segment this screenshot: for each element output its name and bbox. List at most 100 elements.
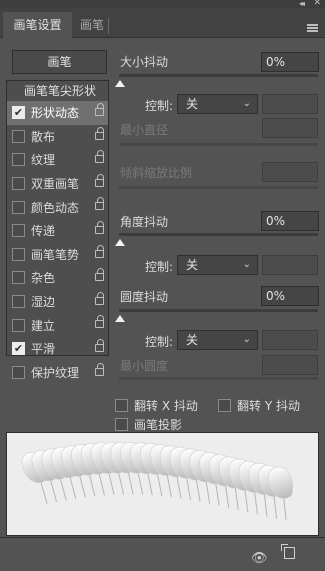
- min-diameter-slider-track: [119, 143, 318, 146]
- brush-options-list: 画笔笔尖形状 ✔ 形状动态散布纹理双重画笔颜色动态传递画笔笔势杂色湿边建立 ✔ 平滑保…: [6, 80, 109, 380]
- angle-jitter-field[interactable]: 0%: [261, 211, 319, 231]
- sidebar-item-label: 传递: [31, 224, 56, 239]
- sidebar-item-label: 保护纹理: [31, 365, 80, 380]
- brush-dabs: [21, 441, 294, 521]
- lock-icon[interactable]: [95, 126, 104, 140]
- tilt-scale-field: [262, 162, 318, 182]
- brush-tip-shape-item[interactable]: 画笔笔尖形状: [7, 81, 108, 101]
- stroke-preview-graphic: [21, 441, 294, 521]
- size-control-value: 关: [186, 97, 199, 111]
- tab-brush[interactable]: 画笔: [74, 12, 110, 38]
- sidebar-item[interactable]: 建立: [7, 313, 108, 337]
- roundness-control-label: 控制:: [145, 335, 174, 349]
- brush-projection-checkbox[interactable]: [115, 418, 128, 431]
- brush-presets-button[interactable]: 画笔: [12, 50, 107, 74]
- lock-icon[interactable]: [95, 268, 104, 282]
- sidebar-item[interactable]: ✔ 形状动态: [7, 101, 108, 125]
- lock-icon[interactable]: [95, 220, 104, 234]
- chevron-down-icon: ⌄: [242, 98, 251, 109]
- sidebar-item-checkbox[interactable]: [12, 153, 25, 167]
- roundness-jitter-label: 圆度抖动: [120, 290, 169, 304]
- lock-icon[interactable]: [95, 103, 104, 116]
- roundness-jitter-slider-knob[interactable]: [115, 315, 125, 322]
- sidebar-item[interactable]: 杂色: [7, 266, 108, 290]
- sidebar-item-checkbox[interactable]: [12, 271, 25, 285]
- roundness-control-extra-field: [262, 330, 318, 350]
- flip-y-jitter-option[interactable]: 翻转 Y 抖动: [218, 397, 300, 414]
- lock-icon[interactable]: [95, 244, 104, 258]
- lock-icon[interactable]: [95, 150, 104, 164]
- size-jitter-slider-track[interactable]: [119, 74, 318, 77]
- angle-control-select[interactable]: 关 ⌄: [177, 255, 258, 275]
- sidebar-item-checkbox[interactable]: ✔: [12, 342, 25, 356]
- angle-control-value: 关: [186, 258, 199, 272]
- brush-projection-label: 画笔投影: [134, 418, 183, 432]
- sidebar-item-checkbox[interactable]: [12, 295, 25, 309]
- roundness-jitter-slider-track[interactable]: [119, 309, 318, 312]
- sidebar-item-label: 画笔笔势: [31, 247, 80, 262]
- flip-y-checkbox[interactable]: [218, 399, 231, 412]
- size-control-select[interactable]: 关 ⌄: [177, 94, 258, 114]
- new-preset-icon[interactable]: [281, 544, 295, 559]
- size-jitter-slider-knob[interactable]: [115, 80, 125, 87]
- tab-brush-settings[interactable]: 画笔设置: [3, 12, 72, 38]
- sidebar-item[interactable]: 保护纹理: [7, 361, 108, 385]
- size-control-label: 控制:: [145, 99, 174, 113]
- lock-icon[interactable]: [95, 173, 104, 187]
- flip-x-jitter-option[interactable]: 翻转 X 抖动: [115, 397, 198, 414]
- min-diameter-field: [262, 118, 318, 138]
- sidebar-item[interactable]: 纹理: [7, 148, 108, 172]
- sidebar-item-label: 双重画笔: [31, 177, 80, 192]
- collapse-icon[interactable]: ◂◂: [299, 0, 305, 8]
- sidebar-item-checkbox[interactable]: [12, 247, 25, 261]
- sidebar-item-label: 杂色: [31, 271, 56, 286]
- lock-icon[interactable]: [95, 197, 104, 211]
- sidebar-item-checkbox[interactable]: ✔: [12, 106, 25, 120]
- flip-x-checkbox[interactable]: [115, 399, 128, 412]
- lock-icon[interactable]: [95, 315, 104, 329]
- min-roundness-label: 最小圆度: [120, 359, 169, 373]
- panel-menu-icon[interactable]: [307, 24, 318, 32]
- roundness-jitter-field[interactable]: 0%: [261, 286, 319, 306]
- sidebar-item-label: 形状动态: [31, 106, 80, 121]
- sidebar-item-label: 平滑: [31, 342, 56, 357]
- lock-icon[interactable]: [95, 291, 104, 305]
- sidebar-item-checkbox[interactable]: [12, 224, 25, 238]
- sidebar-item[interactable]: 双重画笔: [7, 172, 108, 196]
- min-diameter-label: 最小直径: [120, 123, 169, 137]
- sidebar-item[interactable]: 颜色动态: [7, 195, 108, 219]
- min-roundness-slider-track: [119, 377, 318, 380]
- sidebar-item[interactable]: 散布: [7, 125, 108, 149]
- chevron-down-icon: ⌄: [242, 334, 251, 345]
- sidebar-item-checkbox[interactable]: [12, 200, 25, 214]
- angle-control-extra-field: [262, 255, 318, 275]
- close-panel-icon[interactable]: ✕: [313, 0, 321, 8]
- angle-jitter-slider-knob[interactable]: [115, 239, 125, 246]
- sidebar-item[interactable]: 传递: [7, 219, 108, 243]
- size-jitter-field[interactable]: 0%: [261, 52, 319, 72]
- sidebar-item-label: 建立: [31, 318, 56, 333]
- sidebar-item-label: 纹理: [31, 153, 56, 168]
- sidebar-item-checkbox[interactable]: [12, 177, 25, 191]
- tilt-scale-slider-track: [119, 186, 318, 189]
- sidebar-item-checkbox[interactable]: [12, 129, 25, 143]
- angle-jitter-slider-track[interactable]: [119, 233, 318, 236]
- sidebar-item-checkbox[interactable]: [12, 365, 25, 379]
- roundness-control-select[interactable]: 关 ⌄: [177, 330, 258, 350]
- brush-projection-option[interactable]: 画笔投影: [115, 416, 182, 433]
- tab-label: 画笔: [80, 18, 105, 32]
- angle-control-label: 控制:: [145, 260, 174, 274]
- lock-icon[interactable]: [95, 338, 104, 352]
- sidebar-item-checkbox[interactable]: [12, 318, 25, 332]
- roundness-control-value: 关: [186, 333, 199, 347]
- angle-jitter-label: 角度抖动: [120, 215, 169, 229]
- sidebar-item[interactable]: ✔ 平滑: [7, 337, 108, 361]
- brush-stroke-preview: [6, 432, 319, 536]
- flip-x-label: 翻转 X 抖动: [134, 399, 198, 413]
- sidebar-item[interactable]: 画笔笔势: [7, 243, 108, 267]
- tilt-scale-label: 倾斜缩放比例: [120, 166, 193, 180]
- sidebar-item-label: 湿边: [31, 295, 56, 310]
- eye-icon[interactable]: 👁: [251, 551, 268, 566]
- sidebar-item[interactable]: 湿边: [7, 290, 108, 314]
- lock-icon[interactable]: [95, 362, 104, 376]
